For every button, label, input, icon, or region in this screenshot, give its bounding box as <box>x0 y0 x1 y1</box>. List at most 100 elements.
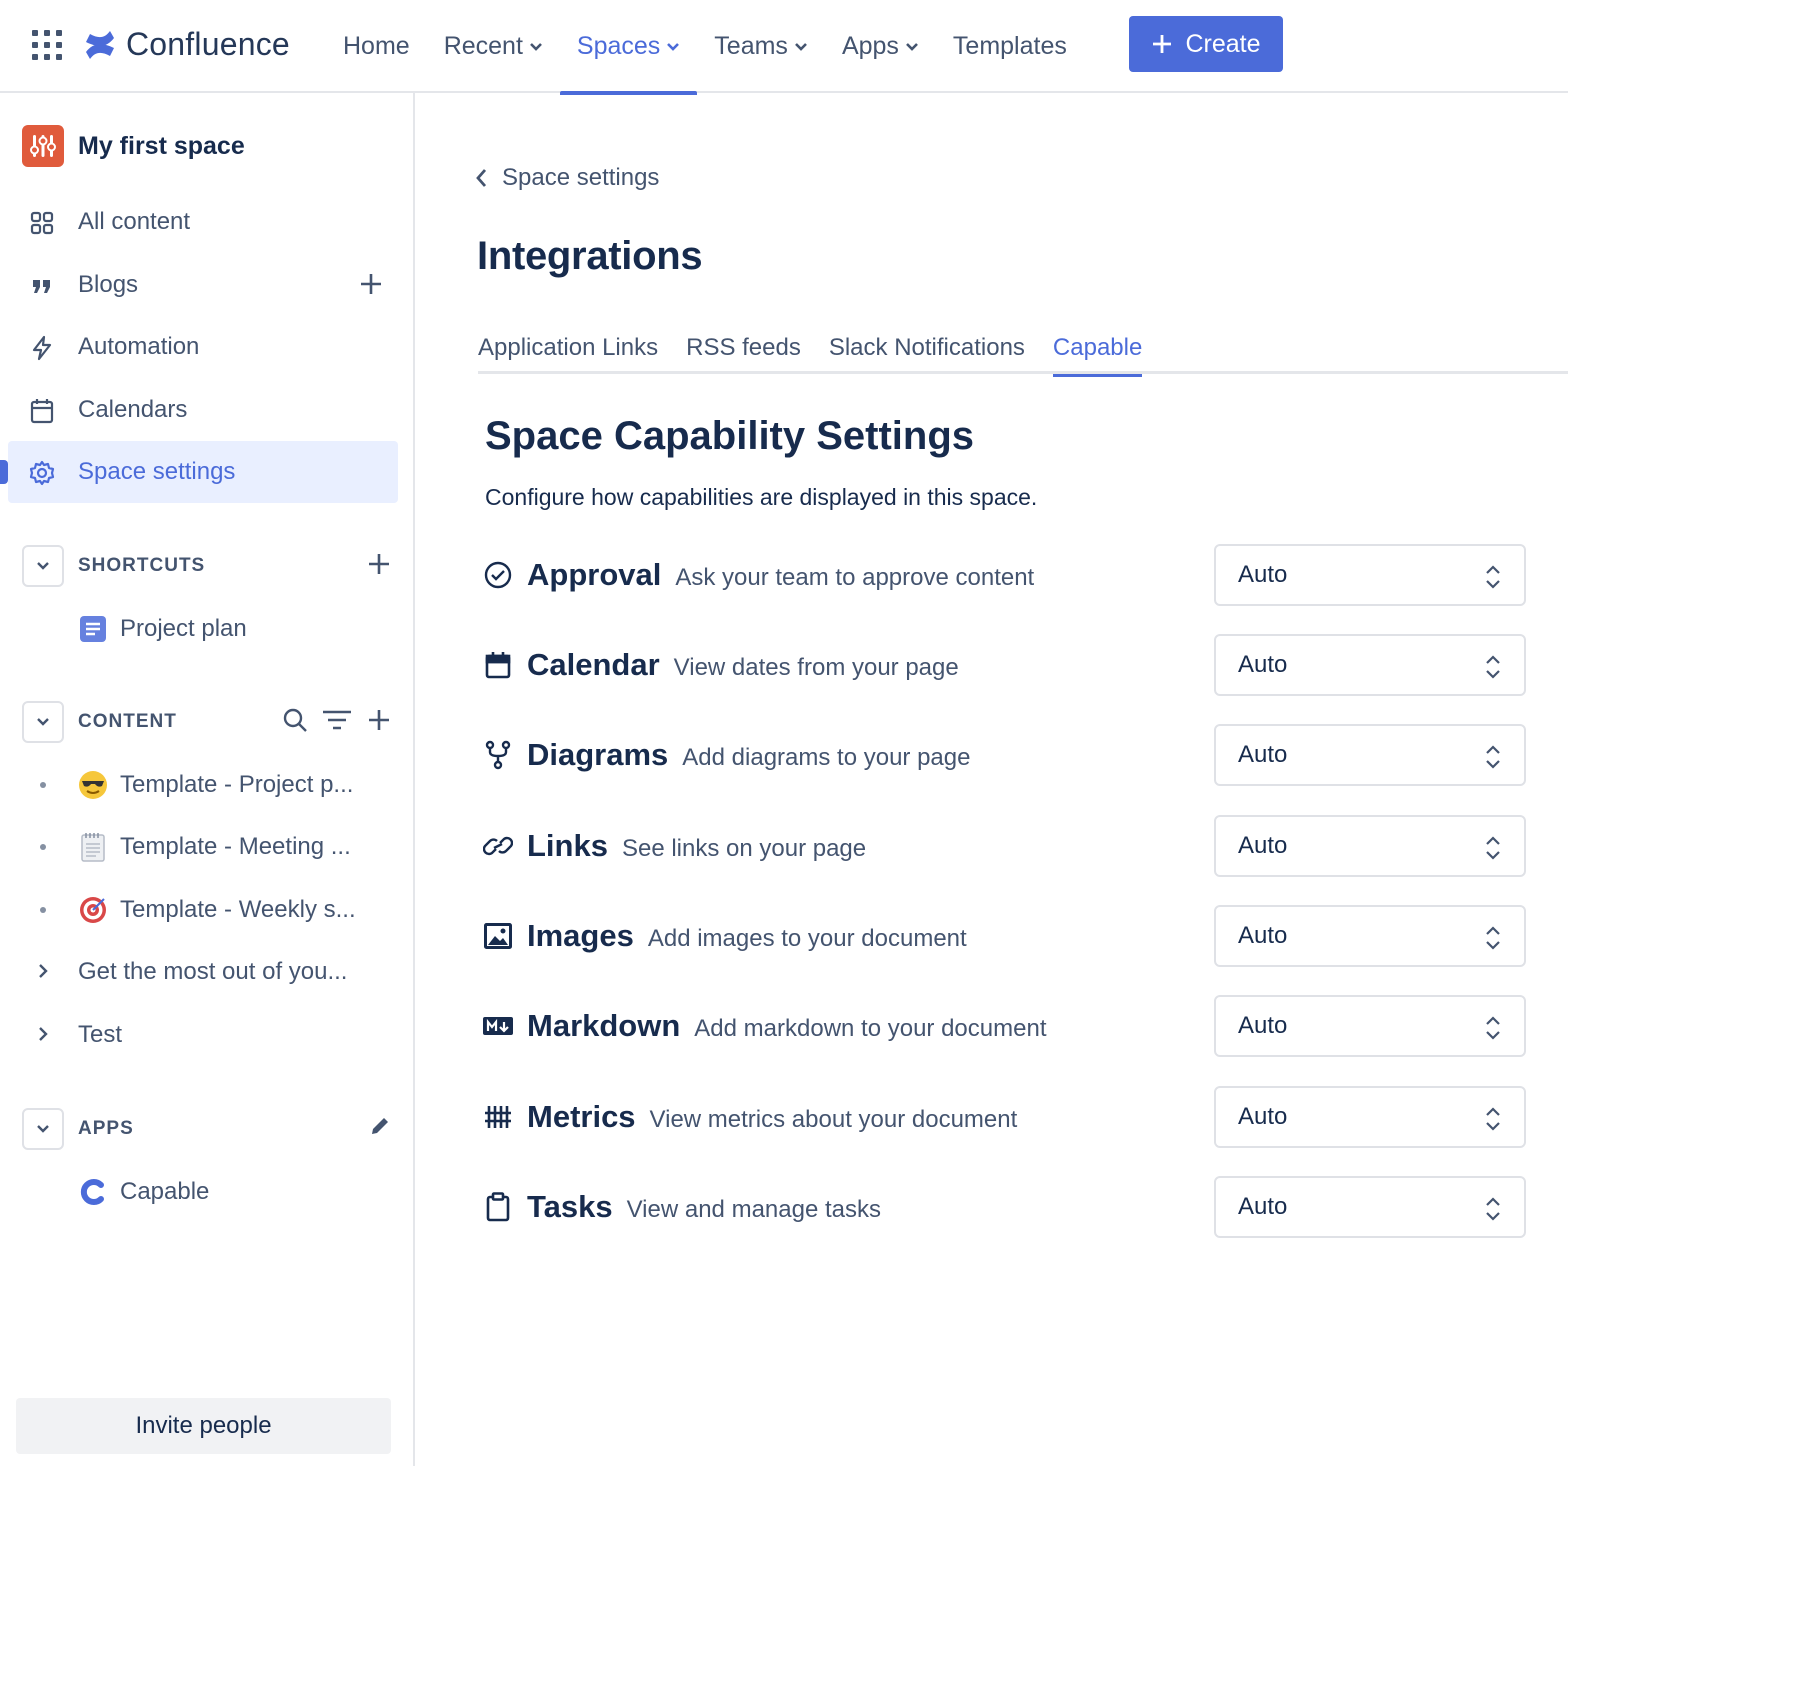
chevron-down-icon <box>37 718 49 726</box>
app-item-capable[interactable]: Capable <box>8 1161 398 1223</box>
capability-description: Add diagrams to your page <box>682 744 971 771</box>
content-tree-label: Test <box>78 1021 123 1048</box>
select-arrows-icon <box>1486 1197 1500 1221</box>
capability-text: Calendar View dates from your page <box>527 647 959 683</box>
calendar-icon <box>28 397 56 425</box>
capability-select-metrics[interactable]: Auto <box>1214 1086 1526 1148</box>
tab-slack-notifications[interactable]: Slack Notifications <box>829 322 1025 374</box>
add-shortcut-icon[interactable] <box>366 551 392 577</box>
capability-name: Tasks <box>527 1189 613 1224</box>
capability-text: Tasks View and manage tasks <box>527 1189 881 1225</box>
capability-select-calendar[interactable]: Auto <box>1214 634 1526 696</box>
capability-row-markdown: Markdown Add markdown to your document A… <box>483 995 1526 1057</box>
content-tree-item[interactable]: Template - Meeting ... <box>8 816 398 878</box>
content-tree-item[interactable]: Template - Project p... <box>8 754 398 816</box>
capability-description: View metrics about your document <box>649 1106 1018 1133</box>
back-to-space-settings-link[interactable]: Space settings <box>474 164 659 192</box>
chevron-down-icon <box>37 562 49 570</box>
nav-templates[interactable]: Templates <box>936 0 1084 93</box>
capability-row-images: Images Add images to your document Auto <box>483 905 1526 967</box>
section-actions <box>282 707 392 733</box>
image-icon <box>483 921 513 951</box>
notepad-emoji-icon <box>78 832 108 862</box>
content-tree-label: Template - Meeting ... <box>120 833 351 860</box>
sidebar-item-blogs[interactable]: Blogs <box>8 254 398 316</box>
select-arrows-icon <box>1486 926 1500 950</box>
select-arrows-icon <box>1486 565 1500 589</box>
capability-description: See links on your page <box>621 835 867 862</box>
chevron-right-icon[interactable] <box>36 1024 50 1044</box>
sidebar-item-all-content[interactable]: All content <box>8 191 398 253</box>
content-tree-label: Template - Project p... <box>120 771 354 798</box>
branch-icon <box>483 740 513 770</box>
chevron-down-icon <box>795 42 807 51</box>
nav-spaces[interactable]: Spaces <box>559 0 698 95</box>
gear-icon <box>28 459 56 487</box>
content-tree-item[interactable]: Template - Weekly s... <box>8 879 398 941</box>
capability-select-markdown[interactable]: Auto <box>1214 995 1526 1057</box>
add-blog-icon[interactable] <box>358 271 384 297</box>
section-actions <box>368 1114 392 1138</box>
apps-section-header: APPS <box>22 1108 392 1150</box>
space-header[interactable]: My first space <box>22 125 245 167</box>
tab-rss-feeds[interactable]: RSS feeds <box>686 322 801 374</box>
sunglasses-emoji-icon <box>78 770 108 800</box>
capability-name: Approval <box>527 557 662 592</box>
section-actions <box>366 551 392 577</box>
capability-select-diagrams[interactable]: Auto <box>1214 724 1526 786</box>
space-avatar-icon <box>22 125 64 167</box>
nav-teams[interactable]: Teams <box>697 0 825 93</box>
app-switcher-icon[interactable] <box>32 30 62 60</box>
add-content-icon[interactable] <box>366 707 392 733</box>
search-icon[interactable] <box>282 707 308 733</box>
content-tree-item[interactable]: Get the most out of you... <box>8 941 398 1003</box>
shortcut-label: Project plan <box>120 615 247 642</box>
link-icon <box>483 831 513 861</box>
capability-select-links[interactable]: Auto <box>1214 815 1526 877</box>
capability-description: View and manage tasks <box>626 1196 881 1223</box>
clipboard-icon <box>483 1192 513 1222</box>
capability-select-tasks[interactable]: Auto <box>1214 1176 1526 1238</box>
collapse-shortcuts-button[interactable] <box>22 545 64 587</box>
capability-settings-description: Configure how capabilities are displayed… <box>485 484 1038 510</box>
confluence-logo[interactable]: Confluence <box>84 26 290 63</box>
capability-row-diagrams: Diagrams Add diagrams to your page Auto <box>483 724 1526 786</box>
capability-select-images[interactable]: Auto <box>1214 905 1526 967</box>
bullet-icon <box>40 844 46 850</box>
sidebar-item-space-settings[interactable]: Space settings <box>0 441 398 503</box>
document-icon <box>78 614 108 644</box>
logo-text: Confluence <box>126 26 290 62</box>
collapse-content-button[interactable] <box>22 701 64 743</box>
sidebar-item-label: Automation <box>78 333 200 360</box>
space-name: My first space <box>78 131 245 160</box>
sidebar-item-automation[interactable]: Automation <box>8 316 398 378</box>
select-arrows-icon <box>1486 1016 1500 1040</box>
nav-label: Home <box>343 32 410 60</box>
sidebar-item-label: All content <box>78 208 191 235</box>
bullet-icon <box>40 782 46 788</box>
nav-recent[interactable]: Recent <box>427 0 560 93</box>
pencil-icon[interactable] <box>368 1114 392 1138</box>
filter-icon[interactable] <box>322 708 352 732</box>
collapse-apps-button[interactable] <box>22 1108 64 1150</box>
nav-apps[interactable]: Apps <box>825 0 936 93</box>
shortcut-item[interactable]: Project plan <box>8 598 398 660</box>
capability-text: Metrics View metrics about your document <box>527 1099 1017 1135</box>
tab-application-links[interactable]: Application Links <box>478 322 658 374</box>
chevron-right-icon[interactable] <box>36 961 50 981</box>
select-value: Auto <box>1238 651 1288 678</box>
markdown-icon <box>483 1011 513 1041</box>
capability-text: Links See links on your page <box>527 828 866 864</box>
nav-label: Teams <box>714 32 788 60</box>
capability-select-approval[interactable]: Auto <box>1214 544 1526 606</box>
capability-name: Links <box>527 828 608 863</box>
invite-people-button[interactable]: Invite people <box>16 1398 391 1454</box>
chevron-down-icon <box>529 42 542 51</box>
nav-home[interactable]: Home <box>326 0 427 93</box>
sidebar-item-calendars[interactable]: Calendars <box>8 379 398 441</box>
content-tree-item[interactable]: Test <box>8 1004 398 1066</box>
capable-logo-icon <box>78 1177 108 1207</box>
create-button[interactable]: Create <box>1129 16 1283 72</box>
capability-name: Calendar <box>527 647 660 682</box>
tab-capable[interactable]: Capable <box>1052 322 1143 377</box>
